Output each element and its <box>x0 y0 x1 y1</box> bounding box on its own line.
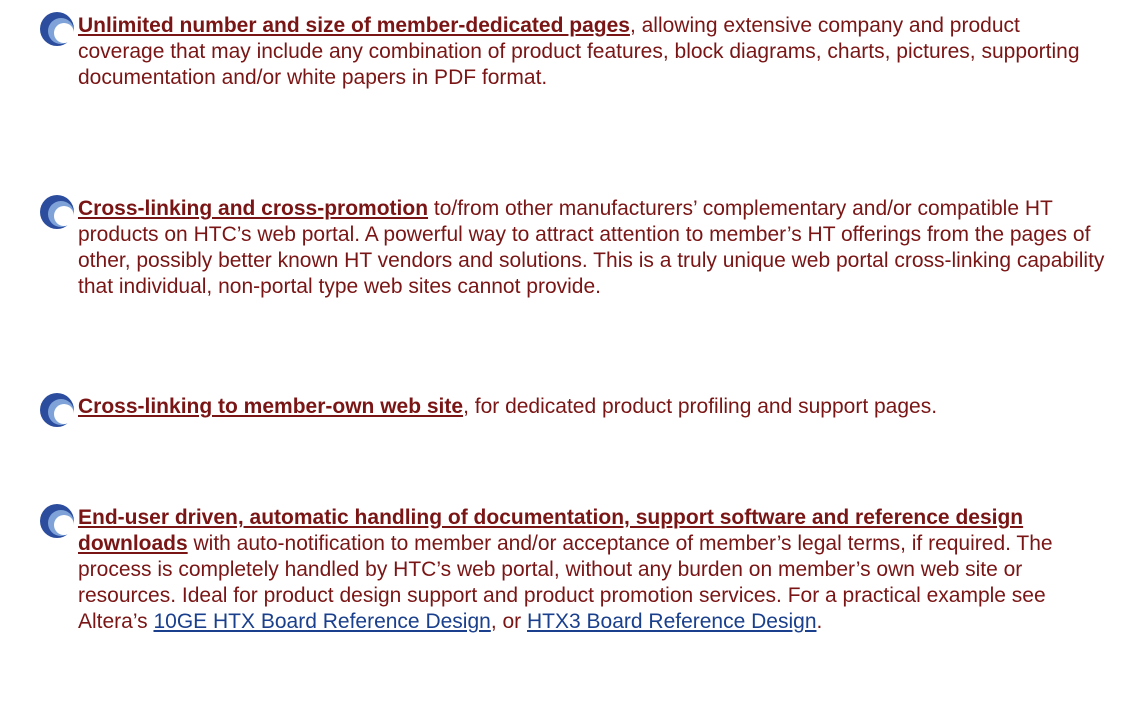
bullet-lead: Cross-linking to member-own web site <box>78 395 464 418</box>
bullet-text: Cross-linking and cross-promotion to/fro… <box>78 196 1108 300</box>
crescent-bullet-icon <box>38 391 76 429</box>
bullet-connector: , or <box>490 610 528 633</box>
bullet-text: End-user driven, automatic handling of d… <box>78 505 1108 635</box>
bullet-end: . <box>816 610 823 633</box>
link-htx3-reference-design[interactable]: HTX3 Board Reference Design <box>527 610 816 633</box>
bullet-lead: Unlimited number and size of member-dedi… <box>78 14 630 37</box>
crescent-bullet-icon <box>38 10 76 48</box>
crescent-bullet-icon <box>38 193 76 231</box>
crescent-bullet-icon <box>38 502 76 540</box>
bullet-lead: Cross-linking and cross-promotion <box>78 197 429 220</box>
bullet-text: Cross-linking to member-own web site, fo… <box>78 394 1108 420</box>
bullet-body: , for dedicated product profiling and su… <box>463 395 938 418</box>
link-10ge-htx-reference-design[interactable]: 10GE HTX Board Reference Design <box>153 610 490 633</box>
bullet-text: Unlimited number and size of member-dedi… <box>78 13 1108 91</box>
